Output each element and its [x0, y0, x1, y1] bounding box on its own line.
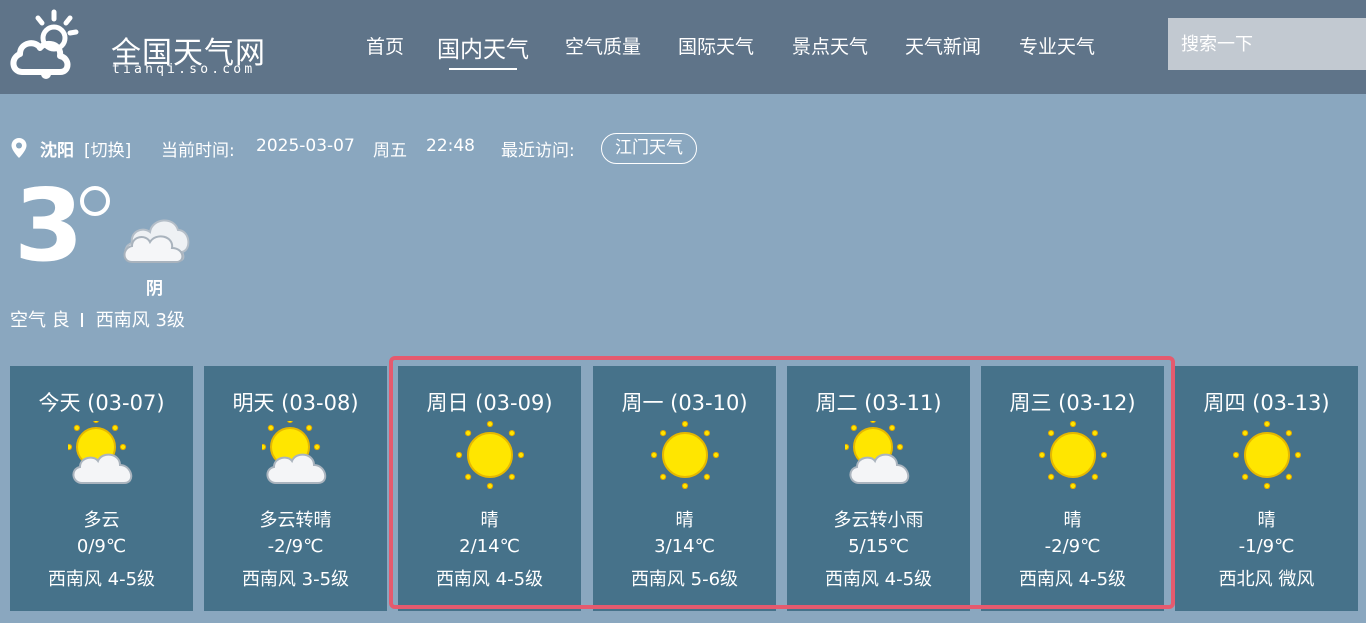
- degree-symbol: [80, 186, 110, 216]
- forecast-date: 周一 (03-10): [621, 391, 748, 415]
- meta-separator: [80, 313, 83, 327]
- forecast-condition: 多云: [83, 510, 120, 531]
- current-clock: 22:48: [426, 136, 475, 156]
- partly-cloudy-icon: [65, 416, 136, 493]
- forecast-card[interactable]: 周一 (03-10) 晴 3/14℃ 西南风 5-6级: [593, 366, 776, 611]
- forecast-card[interactable]: 周二 (03-11) 多云转小雨 5/15℃ 西南风 4-5级: [787, 366, 970, 611]
- location-time-bar: 沈阳 [切换] 当前时间: 2025-03-07 周五 22:48 最近访问: …: [10, 133, 770, 164]
- forecast-card[interactable]: 周日 (03-09) 晴 2/14℃ 西南风 4-5级: [398, 366, 581, 611]
- partly-cloudy-icon: [842, 416, 913, 493]
- nav-air-quality[interactable]: 空气质量: [565, 32, 641, 59]
- forecast-wind: 西南风 5-6级: [630, 569, 739, 590]
- forecast-date: 今天 (03-07): [38, 391, 165, 415]
- forecast-wind: 西南风 3-5级: [241, 569, 350, 590]
- main-nav: 首页 国内天气 空气质量 国际天气 景点天气 天气新闻 专业天气: [0, 0, 1140, 94]
- sunny-icon: [650, 420, 720, 493]
- seven-day-forecast: 今天 (03-07) 多云 0/9℃ 西南风 4-5级 明天 (03-08) 多…: [0, 366, 1366, 611]
- overcast-cloud-icon: [120, 200, 192, 270]
- forecast-condition: 晴: [1257, 510, 1276, 531]
- current-wind: 西南风 3级: [95, 310, 185, 331]
- forecast-card[interactable]: 今天 (03-07) 多云 0/9℃ 西南风 4-5级: [10, 366, 193, 611]
- forecast-condition: 多云转晴: [259, 510, 332, 531]
- forecast-date: 周二 (03-11): [815, 391, 942, 415]
- sunny-icon: [1232, 420, 1302, 493]
- nav-international-weather[interactable]: 国际天气: [678, 32, 754, 59]
- current-condition: 阴: [146, 279, 163, 299]
- forecast-temperature: 0/9℃: [76, 536, 127, 557]
- forecast-card[interactable]: 明天 (03-08) 多云转晴 -2/9℃ 西南风 3-5级: [204, 366, 387, 611]
- forecast-temperature: -1/9℃: [1238, 536, 1295, 557]
- forecast-temperature: -2/9℃: [267, 536, 324, 557]
- nav-active-underline: [449, 68, 517, 70]
- current-air-wind: 空气 良 西南风 3级: [10, 306, 185, 332]
- partly-cloudy-icon: [259, 416, 330, 493]
- forecast-condition: 晴: [675, 510, 694, 531]
- nav-domestic-weather-label: 国内天气: [437, 37, 529, 63]
- forecast-condition: 多云转小雨: [833, 510, 924, 531]
- forecast-temperature: 2/14℃: [459, 536, 520, 557]
- forecast-date: 明天 (03-08): [232, 391, 359, 415]
- location-pin-icon: [11, 138, 27, 158]
- forecast-wind: 西南风 4-5级: [1018, 569, 1127, 590]
- forecast-temperature: 5/15℃: [848, 536, 909, 557]
- forecast-date: 周三 (03-12): [1009, 391, 1136, 415]
- nav-professional-weather[interactable]: 专业天气: [1019, 32, 1095, 59]
- forecast-wind: 西北风 微风: [1218, 569, 1315, 590]
- forecast-card[interactable]: 周四 (03-13) 晴 -1/9℃ 西北风 微风: [1175, 366, 1358, 611]
- forecast-condition: 晴: [480, 510, 499, 531]
- nav-domestic-weather[interactable]: 国内天气: [437, 30, 529, 70]
- nav-scenic-weather[interactable]: 景点天气: [792, 32, 868, 59]
- sunny-icon: [1038, 420, 1108, 493]
- nav-weather-news[interactable]: 天气新闻: [905, 32, 981, 59]
- current-city: 沈阳: [40, 141, 74, 161]
- forecast-temperature: 3/14℃: [654, 536, 715, 557]
- recent-city-chip[interactable]: 江门天气: [601, 133, 697, 164]
- air-quality-text: 空气 良: [10, 310, 70, 331]
- current-date: 2025-03-07: [256, 136, 355, 156]
- current-weekday: 周五: [373, 141, 407, 161]
- sunny-icon: [455, 420, 525, 493]
- current-temperature: 3: [14, 167, 84, 284]
- forecast-wind: 西南风 4-5级: [824, 569, 933, 590]
- forecast-date: 周日 (03-09): [426, 391, 553, 415]
- current-time-label: 当前时间:: [161, 141, 235, 161]
- forecast-condition: 晴: [1063, 510, 1082, 531]
- switch-city-link[interactable]: [切换]: [84, 136, 131, 161]
- forecast-wind: 西南风 4-5级: [47, 569, 156, 590]
- site-header: 全国天气网 tianqi.so.com 首页 国内天气 空气质量 国际天气 景点…: [0, 0, 1366, 94]
- forecast-date: 周四 (03-13): [1203, 391, 1330, 415]
- search-input[interactable]: [1168, 18, 1366, 70]
- forecast-temperature: -2/9℃: [1044, 536, 1101, 557]
- nav-home[interactable]: 首页: [366, 32, 404, 59]
- recent-visits-label: 最近访问:: [501, 141, 575, 161]
- forecast-card[interactable]: 周三 (03-12) 晴 -2/9℃ 西南风 4-5级: [981, 366, 1164, 611]
- forecast-wind: 西南风 4-5级: [435, 569, 544, 590]
